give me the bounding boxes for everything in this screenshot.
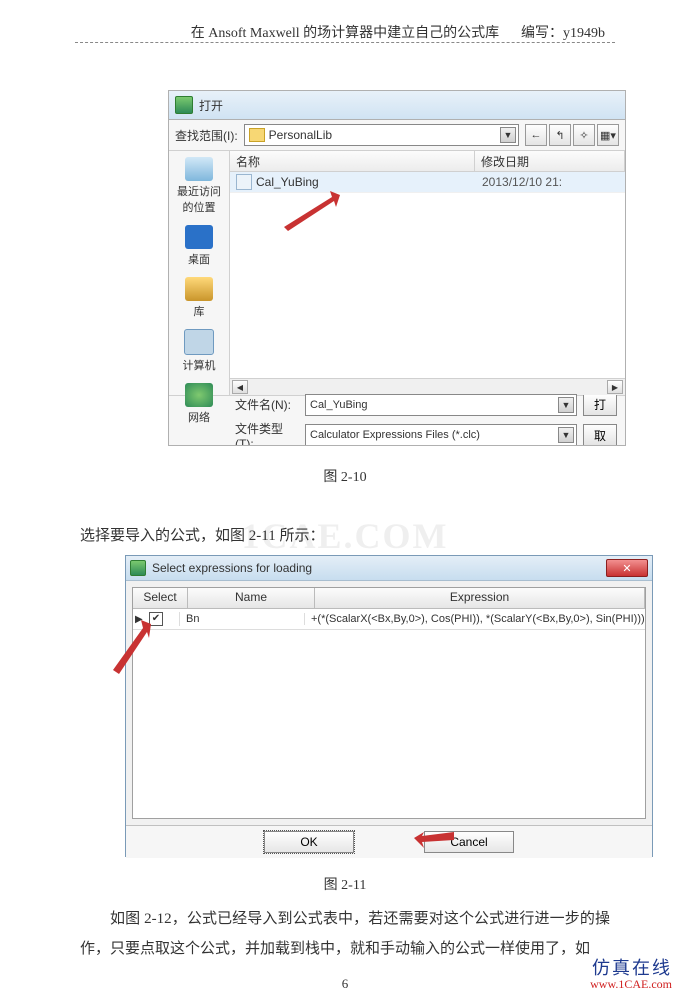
filename-field[interactable]: Cal_YuBing ▼	[305, 394, 577, 416]
lookin-label: 查找范围(I):	[175, 127, 238, 144]
chevron-down-icon[interactable]: ▼	[500, 127, 516, 143]
place-desktop-label: 桌面	[188, 251, 210, 267]
file-list-scrollbar[interactable]: ◀ ▶	[230, 378, 625, 395]
file-row[interactable]: Cal_YuBing 2013/12/10 21:	[230, 172, 625, 193]
row-name: Bn	[180, 613, 305, 625]
recent-icon	[185, 157, 213, 181]
expression-grid: Select Name Expression ▶ ✔ Bn +(*(Scalar…	[132, 587, 646, 819]
computer-icon	[184, 329, 214, 355]
place-computer[interactable]: 计算机	[172, 327, 226, 377]
paragraph-1: 选择要导入的公式，如图 2-11 所示：	[80, 523, 610, 549]
nav-viewmenu-button[interactable]: ▦▾	[597, 124, 619, 146]
paragraph-2: 如图 2-12，公式已经导入到公式表中，若还需要对这个公式进行进一步的操作，只要…	[80, 904, 610, 964]
place-network[interactable]: 网络	[172, 381, 226, 429]
place-library-label: 库	[194, 303, 205, 319]
footer-brand-cn: 仿真在线	[590, 960, 672, 976]
page-number: 6	[0, 976, 690, 992]
library-icon	[185, 277, 213, 301]
place-recent[interactable]: 最近访问的位置	[172, 155, 226, 219]
lookin-value: PersonalLib	[269, 128, 332, 142]
filename-value: Cal_YuBing	[310, 399, 368, 411]
dialog-title: Select expressions for loading	[152, 561, 312, 575]
chevron-down-icon[interactable]: ▼	[558, 397, 574, 413]
app-icon	[175, 96, 193, 114]
places-bar: 最近访问的位置 桌面 库 计算机 网络	[169, 151, 230, 395]
open-button[interactable]: 打	[583, 394, 617, 416]
row-indicator-icon: ▶	[135, 614, 143, 625]
open-dialog-title: 打开	[199, 97, 223, 114]
place-desktop[interactable]: 桌面	[172, 223, 226, 271]
grid-header: Select Name Expression	[133, 588, 645, 609]
select-expressions-dialog: Select expressions for loading ✕ Select …	[125, 555, 653, 857]
header-divider	[75, 42, 615, 43]
network-icon	[185, 383, 213, 407]
filetype-field[interactable]: Calculator Expressions Files (*.clc) ▼	[305, 424, 577, 446]
filetype-label: 文件类型(T):	[235, 420, 299, 447]
cancel-button[interactable]: 取	[583, 424, 617, 446]
col-name[interactable]: Name	[188, 588, 315, 608]
col-name[interactable]: 名称	[230, 151, 475, 171]
place-library[interactable]: 库	[172, 275, 226, 323]
chevron-down-icon[interactable]: ▼	[558, 427, 574, 443]
desktop-icon	[185, 225, 213, 249]
lookin-combo[interactable]: PersonalLib ▼	[244, 124, 519, 146]
col-select[interactable]: Select	[133, 588, 188, 608]
place-network-label: 网络	[188, 409, 210, 425]
col-expression[interactable]: Expression	[315, 588, 645, 608]
figure1-caption: 图 2-10	[0, 466, 690, 486]
dialog-titlebar: Select expressions for loading ✕	[126, 556, 652, 581]
footer-brand-en: www.1CAE.com	[590, 976, 672, 992]
place-recent-label: 最近访问的位置	[172, 183, 226, 215]
place-computer-label: 计算机	[183, 357, 216, 373]
footer-brand: 仿真在线 www.1CAE.com	[590, 960, 672, 992]
folder-icon	[249, 128, 265, 142]
app-icon	[130, 560, 146, 576]
cancel-button[interactable]: Cancel	[424, 831, 514, 853]
file-icon	[236, 174, 252, 190]
filename-label: 文件名(N):	[235, 396, 299, 413]
open-dialog: 打开 查找范围(I): PersonalLib ▼ ← ↰ ✧ ▦▾ 最近访问的…	[168, 90, 626, 446]
col-date[interactable]: 修改日期	[475, 151, 625, 171]
nav-newfolder-button[interactable]: ✧	[573, 124, 595, 146]
grid-row[interactable]: ▶ ✔ Bn +(*(ScalarX(<Bx,By,0>), Cos(PHI))…	[133, 609, 645, 630]
file-name: Cal_YuBing	[256, 175, 482, 189]
dialog-button-row: OK Cancel	[126, 825, 652, 858]
ok-button[interactable]: OK	[264, 831, 354, 853]
scroll-left-icon[interactable]: ◀	[232, 380, 248, 394]
row-checkbox[interactable]: ✔	[149, 612, 163, 626]
close-button[interactable]: ✕	[606, 559, 648, 577]
filetype-value: Calculator Expressions Files (*.clc)	[310, 429, 480, 441]
nav-up-button[interactable]: ↰	[549, 124, 571, 146]
file-list[interactable]: 名称 修改日期 Cal_YuBing 2013/12/10 21: ◀ ▶	[230, 151, 625, 395]
row-expression: +(*(ScalarX(<Bx,By,0>), Cos(PHI)), *(Sca…	[305, 613, 645, 625]
doc-header-author: 编写：y1949b	[521, 22, 605, 42]
file-list-header: 名称 修改日期	[230, 151, 625, 172]
figure2-caption: 图 2-11	[0, 874, 690, 894]
close-icon: ✕	[622, 562, 631, 575]
scroll-right-icon[interactable]: ▶	[607, 380, 623, 394]
annotation-arrow-icon	[280, 191, 350, 231]
open-dialog-titlebar: 打开	[169, 91, 625, 120]
file-date: 2013/12/10 21:	[482, 175, 562, 189]
nav-back-button[interactable]: ←	[525, 124, 547, 146]
